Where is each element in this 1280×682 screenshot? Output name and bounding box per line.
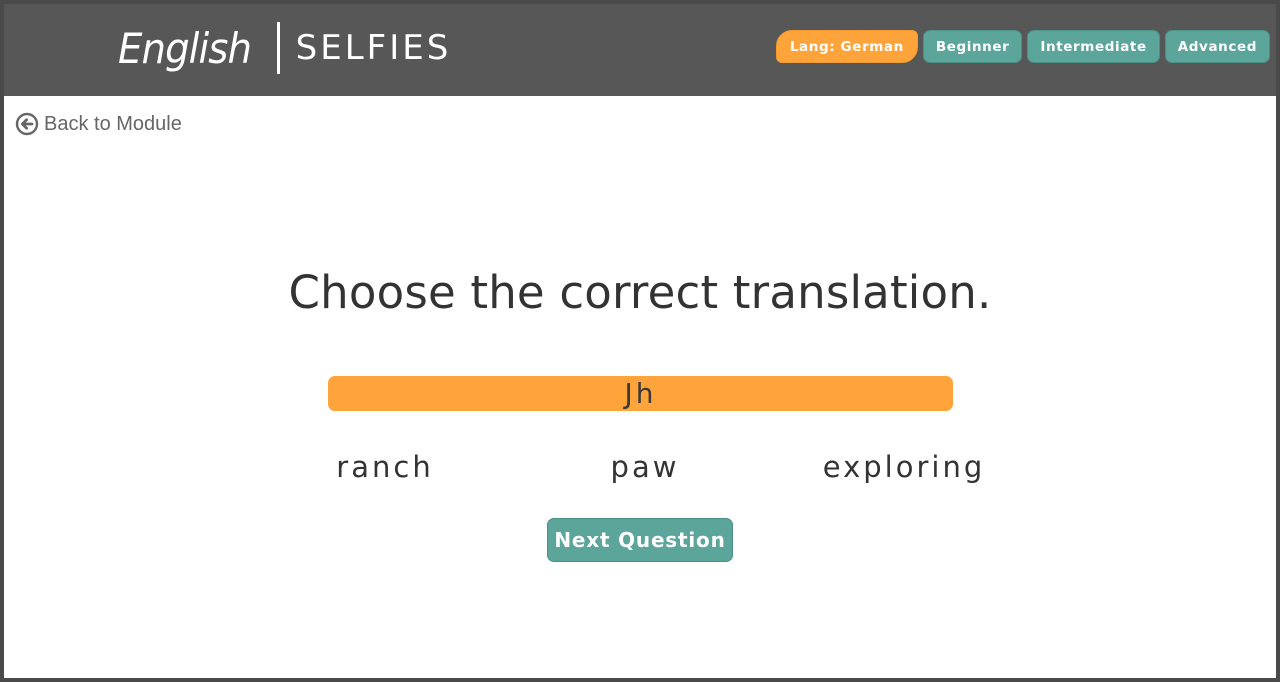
advanced-button[interactable]: Advanced xyxy=(1164,30,1270,63)
answer-choices: ranch paw exploring xyxy=(4,450,1276,490)
question-instruction: Choose the correct translation. xyxy=(288,266,992,319)
logo-divider xyxy=(276,22,280,74)
answer-choice-exploring[interactable]: exploring xyxy=(823,450,985,484)
prompt-word: Jh xyxy=(328,376,953,411)
intermediate-button[interactable]: Intermediate xyxy=(1027,30,1160,63)
back-to-module-label: Back to Module xyxy=(44,112,182,135)
logo-english-text: English xyxy=(118,23,252,73)
site-logo[interactable]: English SELFIES xyxy=(118,16,451,80)
app-frame: English SELFIES Lang: German Beginner In… xyxy=(0,0,1280,682)
site-header: English SELFIES Lang: German Beginner In… xyxy=(4,4,1276,96)
next-question-button[interactable]: Next Question xyxy=(547,518,733,562)
logo-selfies-text: SELFIES xyxy=(295,28,452,68)
answer-choice-ranch[interactable]: ranch xyxy=(336,450,433,484)
arrow-left-circle-icon xyxy=(15,112,39,136)
level-nav: Lang: German Beginner Intermediate Advan… xyxy=(775,30,1270,63)
beginner-button[interactable]: Beginner xyxy=(922,30,1023,63)
answer-choice-paw[interactable]: paw xyxy=(611,450,680,484)
back-to-module-link[interactable]: Back to Module xyxy=(15,112,182,136)
language-button[interactable]: Lang: German xyxy=(775,30,918,63)
